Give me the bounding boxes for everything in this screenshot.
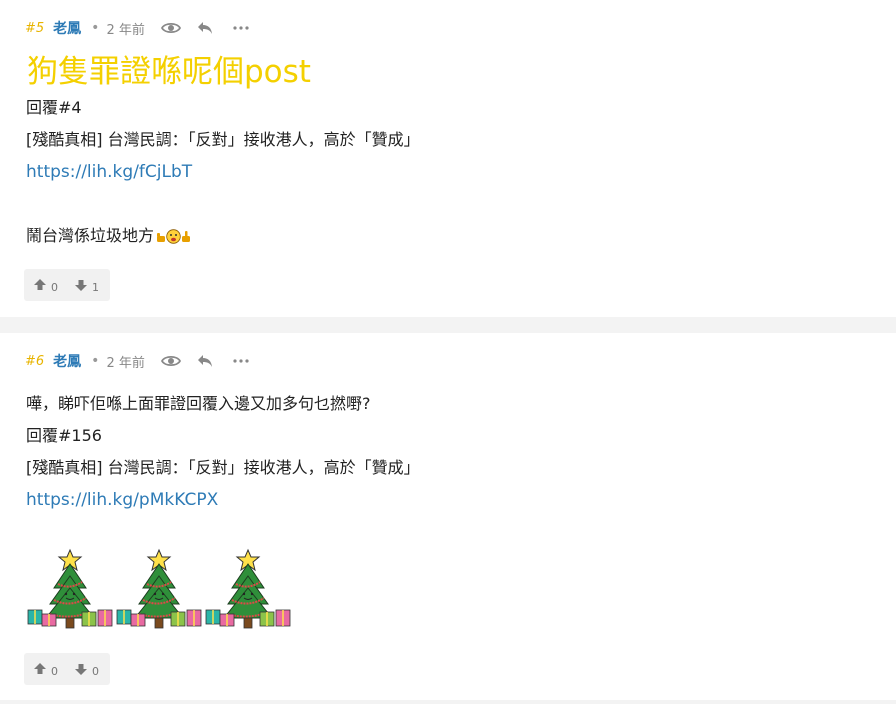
floor-number: #5 <box>25 20 45 36</box>
vote-bar: 0 1 <box>24 269 110 301</box>
meta-separator: • <box>91 353 100 369</box>
reply-icon[interactable] <box>196 352 214 370</box>
post-time: 2 年前 <box>106 355 145 371</box>
post-divider <box>0 317 896 333</box>
upvote-button[interactable]: 0 <box>34 277 58 294</box>
downvote-count: 0 <box>92 664 99 678</box>
post-divider <box>0 700 896 704</box>
downvote-button[interactable]: 1 <box>75 277 99 294</box>
reply-post-5: #5 老鳳 • 2 年前 狗隻罪證喺呢個post 回覆#4 [殘酷真相] 台灣民… <box>0 0 896 317</box>
thumbs-up-icon <box>34 279 46 290</box>
post-link[interactable]: https://lih.kg/fCjLbT <box>26 161 192 183</box>
author-name[interactable]: 老鳳 <box>53 18 81 38</box>
floor-number: #6 <box>25 353 45 369</box>
thumbs-up-icon <box>34 663 46 674</box>
reply-icon[interactable] <box>196 19 214 37</box>
more-icon[interactable] <box>232 19 250 37</box>
author-name[interactable]: 老鳳 <box>53 351 81 371</box>
post-time: 2 年前 <box>106 22 145 38</box>
eye-icon[interactable] <box>160 351 181 371</box>
more-icon[interactable] <box>232 352 250 370</box>
post-body-text: 嘩，睇吓佢喺上面罪證回覆入邊又加多句乜撚嘢? <box>26 394 371 413</box>
emoji-sequence <box>156 229 191 244</box>
reply-quote-ref: 回覆#4 <box>26 98 82 117</box>
emoji-finger-icon <box>182 231 191 242</box>
reply-quote-ref: 回覆#156 <box>26 426 102 445</box>
thumbs-down-icon <box>75 280 87 291</box>
post-link[interactable]: https://lih.kg/pMkKCPX <box>26 489 218 511</box>
upvote-count: 0 <box>51 280 58 294</box>
meta-separator: • <box>91 20 100 36</box>
quoted-thread-title: [殘酷真相] 台灣民調：「反對」接收港人，高於「贊成」 <box>26 458 420 477</box>
post-meta: #6 老鳳 • 2 年前 <box>25 351 250 371</box>
post-title: 狗隻罪證喺呢個post <box>27 54 311 90</box>
emoji-thumb-icon <box>157 232 166 242</box>
quoted-thread-title: [殘酷真相] 台灣民調：「反對」接收港人，高於「贊成」 <box>26 130 420 149</box>
reply-post-6: #6 老鳳 • 2 年前 嘩，睇吓佢喺上面罪證回覆入邊又加多句乜撚嘢? 回覆#1… <box>0 333 896 700</box>
downvote-count: 1 <box>92 280 99 294</box>
vote-bar: 0 0 <box>24 653 110 685</box>
upvote-count: 0 <box>51 664 58 678</box>
upvote-button[interactable]: 0 <box>34 661 58 678</box>
thumbs-down-icon <box>75 664 87 675</box>
emoji-face-icon <box>166 229 181 244</box>
post-meta: #5 老鳳 • 2 年前 <box>25 18 250 38</box>
downvote-button[interactable]: 0 <box>75 661 99 678</box>
eye-icon[interactable] <box>160 18 181 38</box>
post-body-text: 鬧台灣係垃圾地方 <box>26 225 191 247</box>
post-body-label: 鬧台灣係垃圾地方 <box>26 226 155 245</box>
christmas-tree-sticker <box>26 548 294 630</box>
